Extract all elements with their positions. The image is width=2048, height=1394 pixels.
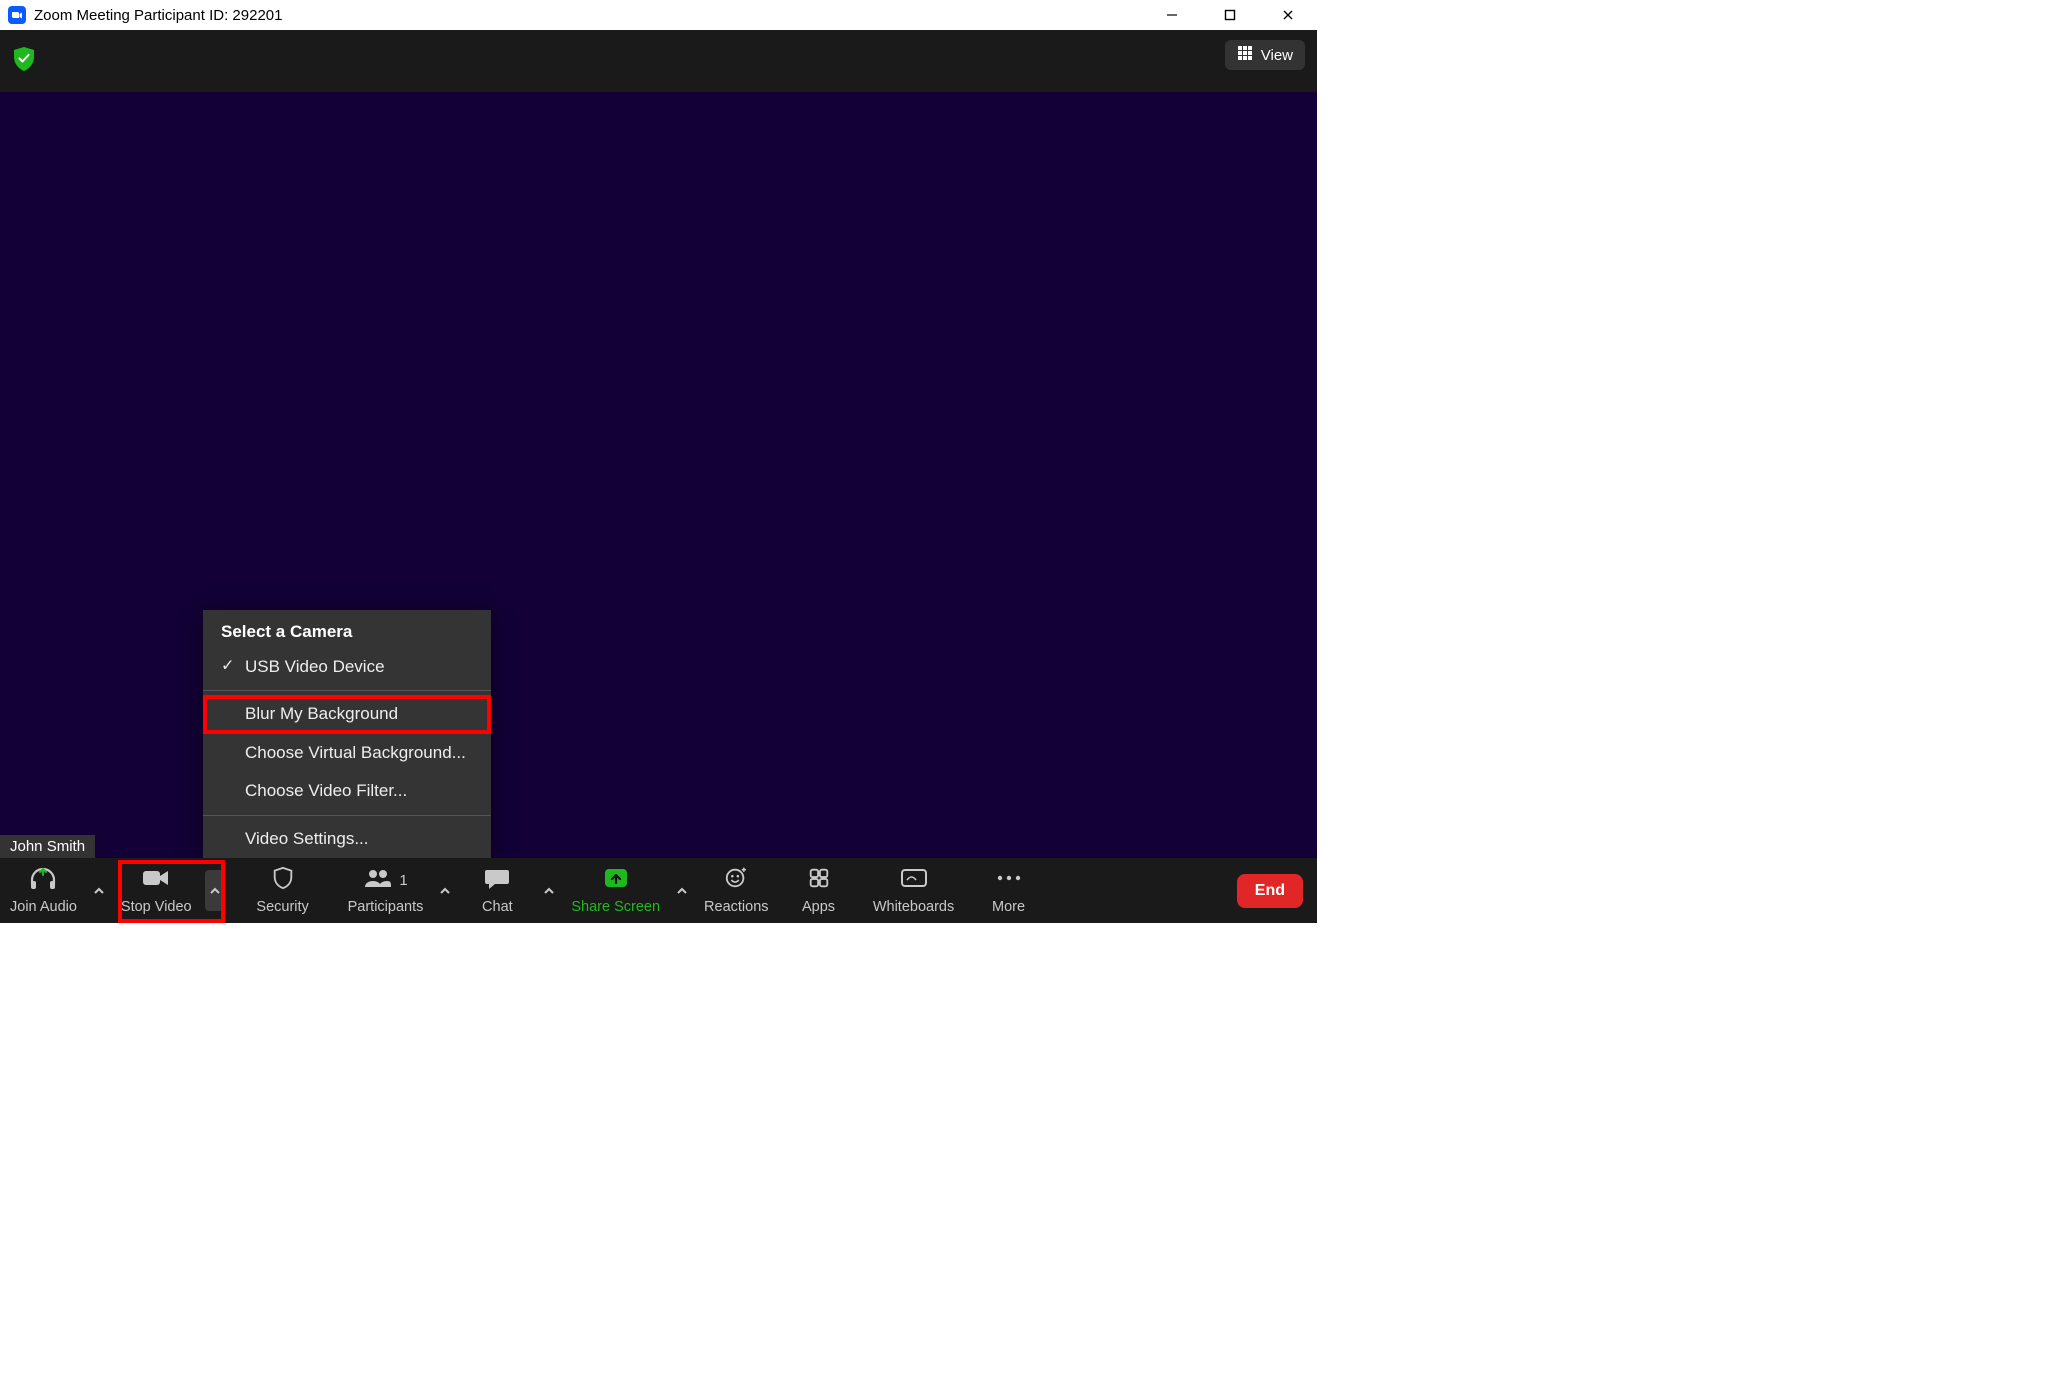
whiteboard-icon <box>899 866 929 895</box>
menu-separator <box>203 690 491 691</box>
share-screen-icon <box>601 866 631 895</box>
view-label: View <box>1261 47 1293 64</box>
stop-video-label: Stop Video <box>121 899 192 915</box>
whiteboards-label: Whiteboards <box>873 899 954 915</box>
more-dots-icon <box>994 866 1024 895</box>
chat-label: Chat <box>482 899 513 915</box>
menu-item-camera[interactable]: USB Video Device <box>203 648 491 686</box>
window-titlebar: Zoom Meeting Participant ID: 292201 <box>0 0 1317 30</box>
close-button[interactable] <box>1259 0 1317 30</box>
reactions-button[interactable]: Reactions <box>694 858 778 923</box>
menu-item-virtual-background[interactable]: Choose Virtual Background... <box>203 734 491 772</box>
zoom-logo-icon <box>8 6 26 24</box>
video-options-chevron[interactable] <box>205 870 225 911</box>
window-title: Zoom Meeting Participant ID: 292201 <box>34 7 282 24</box>
meeting-toolbar: Join Audio Stop Video Security 1 <box>0 858 1317 923</box>
participants-label: Participants <box>348 899 424 915</box>
stop-video-button[interactable]: Stop Video <box>111 858 202 923</box>
participants-options-chevron[interactable] <box>433 858 457 923</box>
view-button[interactable]: View <box>1225 40 1305 70</box>
menu-header: Select a Camera <box>203 610 491 648</box>
video-area: John Smith <box>0 92 1317 858</box>
audio-options-chevron[interactable] <box>87 858 111 923</box>
join-audio-label: Join Audio <box>10 899 77 915</box>
headphones-icon <box>28 866 58 895</box>
participants-button[interactable]: 1 Participants <box>338 858 434 923</box>
participants-count: 1 <box>399 872 407 889</box>
more-label: More <box>992 899 1025 915</box>
maximize-button[interactable] <box>1201 0 1259 30</box>
shield-icon <box>268 866 298 895</box>
apps-label: Apps <box>802 899 835 915</box>
chat-bubble-icon <box>482 866 512 895</box>
meeting-top-bar: View <box>0 30 1317 92</box>
meeting-window: View John Smith Select a Camera USB Vide… <box>0 30 1317 923</box>
menu-item-blur-background[interactable]: Blur My Background <box>203 695 491 733</box>
whiteboards-button[interactable]: Whiteboards <box>859 858 969 923</box>
menu-separator <box>203 815 491 816</box>
apps-button[interactable]: Apps <box>779 858 859 923</box>
minimize-button[interactable] <box>1143 0 1201 30</box>
share-screen-label: Share Screen <box>571 899 660 915</box>
share-options-chevron[interactable] <box>670 858 694 923</box>
end-button[interactable]: End <box>1237 874 1303 908</box>
menu-item-video-filter[interactable]: Choose Video Filter... <box>203 772 491 810</box>
chat-button[interactable]: Chat <box>457 858 537 923</box>
video-camera-icon <box>141 866 171 895</box>
menu-item-video-settings[interactable]: Video Settings... <box>203 820 491 858</box>
smiley-icon <box>721 866 751 895</box>
encryption-shield-icon[interactable] <box>13 46 35 72</box>
video-options-menu: Select a Camera USB Video Device Blur My… <box>203 610 491 858</box>
security-button[interactable]: Security <box>228 858 338 923</box>
view-grid-icon <box>1237 45 1253 65</box>
share-screen-button[interactable]: Share Screen <box>561 858 670 923</box>
more-button[interactable]: More <box>969 858 1049 923</box>
chat-options-chevron[interactable] <box>537 858 561 923</box>
reactions-label: Reactions <box>704 899 768 915</box>
apps-icon <box>804 866 834 895</box>
security-label: Security <box>256 899 308 915</box>
join-audio-button[interactable]: Join Audio <box>0 858 87 923</box>
participants-icon <box>363 866 393 895</box>
participant-name-tag: John Smith <box>0 835 95 858</box>
